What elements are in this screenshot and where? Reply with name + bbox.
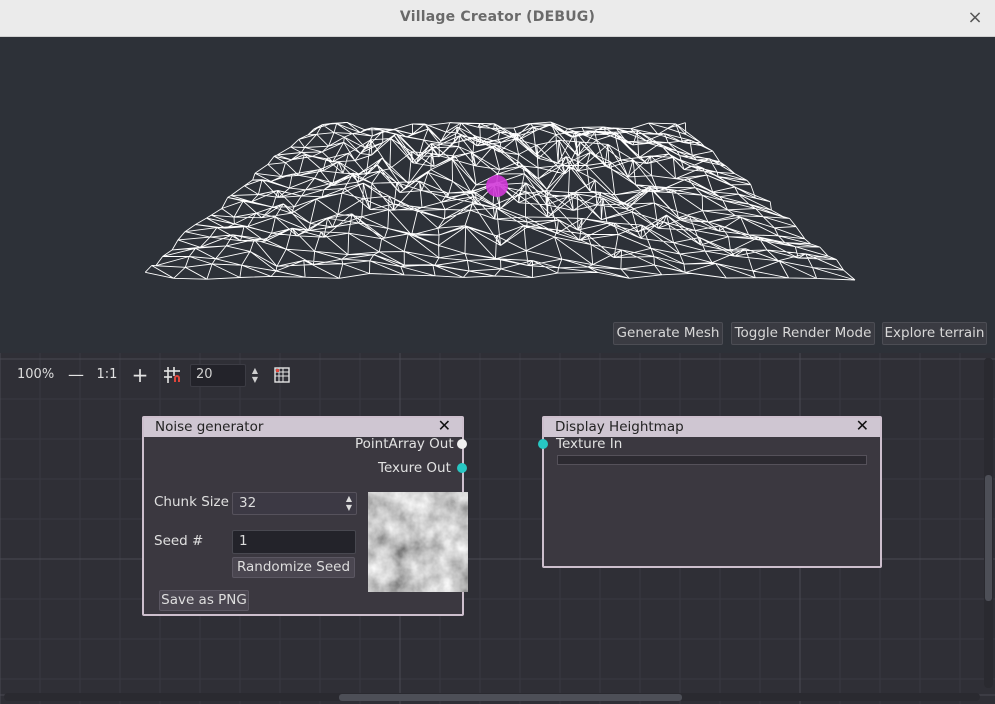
chunk-size-value: 32 bbox=[239, 495, 257, 511]
vertical-scrollbar-thumb[interactable] bbox=[985, 475, 992, 601]
minimap-icon[interactable] bbox=[271, 364, 293, 386]
horizontal-scrollbar-thumb[interactable] bbox=[339, 694, 682, 701]
heightmap-display-area bbox=[557, 455, 867, 465]
zoom-out-icon[interactable]: — bbox=[65, 364, 87, 386]
input-texture-label: Texture In bbox=[556, 436, 623, 452]
snap-distance-input[interactable]: 20 bbox=[190, 364, 246, 387]
chunk-size-select[interactable]: 32 ▲ ▼ bbox=[232, 492, 357, 515]
generate-mesh-button[interactable]: Generate Mesh bbox=[613, 322, 723, 345]
texture-out-port[interactable] bbox=[457, 463, 467, 473]
explore-terrain-button[interactable]: Explore terrain bbox=[882, 322, 987, 345]
noise-texture-preview bbox=[368, 492, 468, 592]
title-bar: Village Creator (DEBUG) × bbox=[0, 0, 995, 37]
texture-in-port[interactable] bbox=[538, 439, 548, 449]
output-texture-label: Texure Out bbox=[378, 460, 451, 476]
seed-input[interactable]: 1 bbox=[232, 530, 356, 554]
toggle-render-mode-button[interactable]: Toggle Render Mode bbox=[731, 322, 875, 345]
player-marker bbox=[486, 175, 508, 197]
zoom-in-icon[interactable]: + bbox=[129, 364, 151, 386]
terrain-viewport[interactable] bbox=[0, 37, 995, 353]
window-title: Village Creator (DEBUG) bbox=[399, 9, 596, 25]
seed-label: Seed # bbox=[154, 533, 204, 549]
chunk-size-label: Chunk Size bbox=[154, 494, 229, 510]
output-pointarray-label: PointArray Out bbox=[355, 436, 454, 452]
snap-spinner-arrows[interactable]: ▲ ▼ bbox=[249, 366, 261, 386]
close-icon[interactable]: ✕ bbox=[856, 417, 869, 435]
zoom-level: 100% bbox=[17, 367, 55, 382]
pointarray-out-port[interactable] bbox=[457, 439, 467, 449]
node-title[interactable]: Noise generator bbox=[144, 418, 462, 437]
terrain-wireframe bbox=[144, 121, 856, 281]
terrain-mesh-lines bbox=[144, 121, 856, 281]
dropdown-arrows-icon: ▲ ▼ bbox=[345, 494, 352, 512]
close-icon[interactable]: × bbox=[965, 7, 985, 29]
zoom-reset-button[interactable]: 1:1 bbox=[96, 364, 118, 386]
save-as-png-button[interactable]: Save as PNG bbox=[159, 590, 249, 611]
grid-snap-icon[interactable] bbox=[161, 364, 183, 386]
randomize-seed-button[interactable]: Randomize Seed bbox=[232, 557, 355, 578]
app-window: Village Creator (DEBUG) × Generate Mesh … bbox=[0, 0, 995, 704]
close-icon[interactable]: ✕ bbox=[438, 417, 451, 435]
node-title[interactable]: Display Heightmap bbox=[544, 418, 880, 437]
